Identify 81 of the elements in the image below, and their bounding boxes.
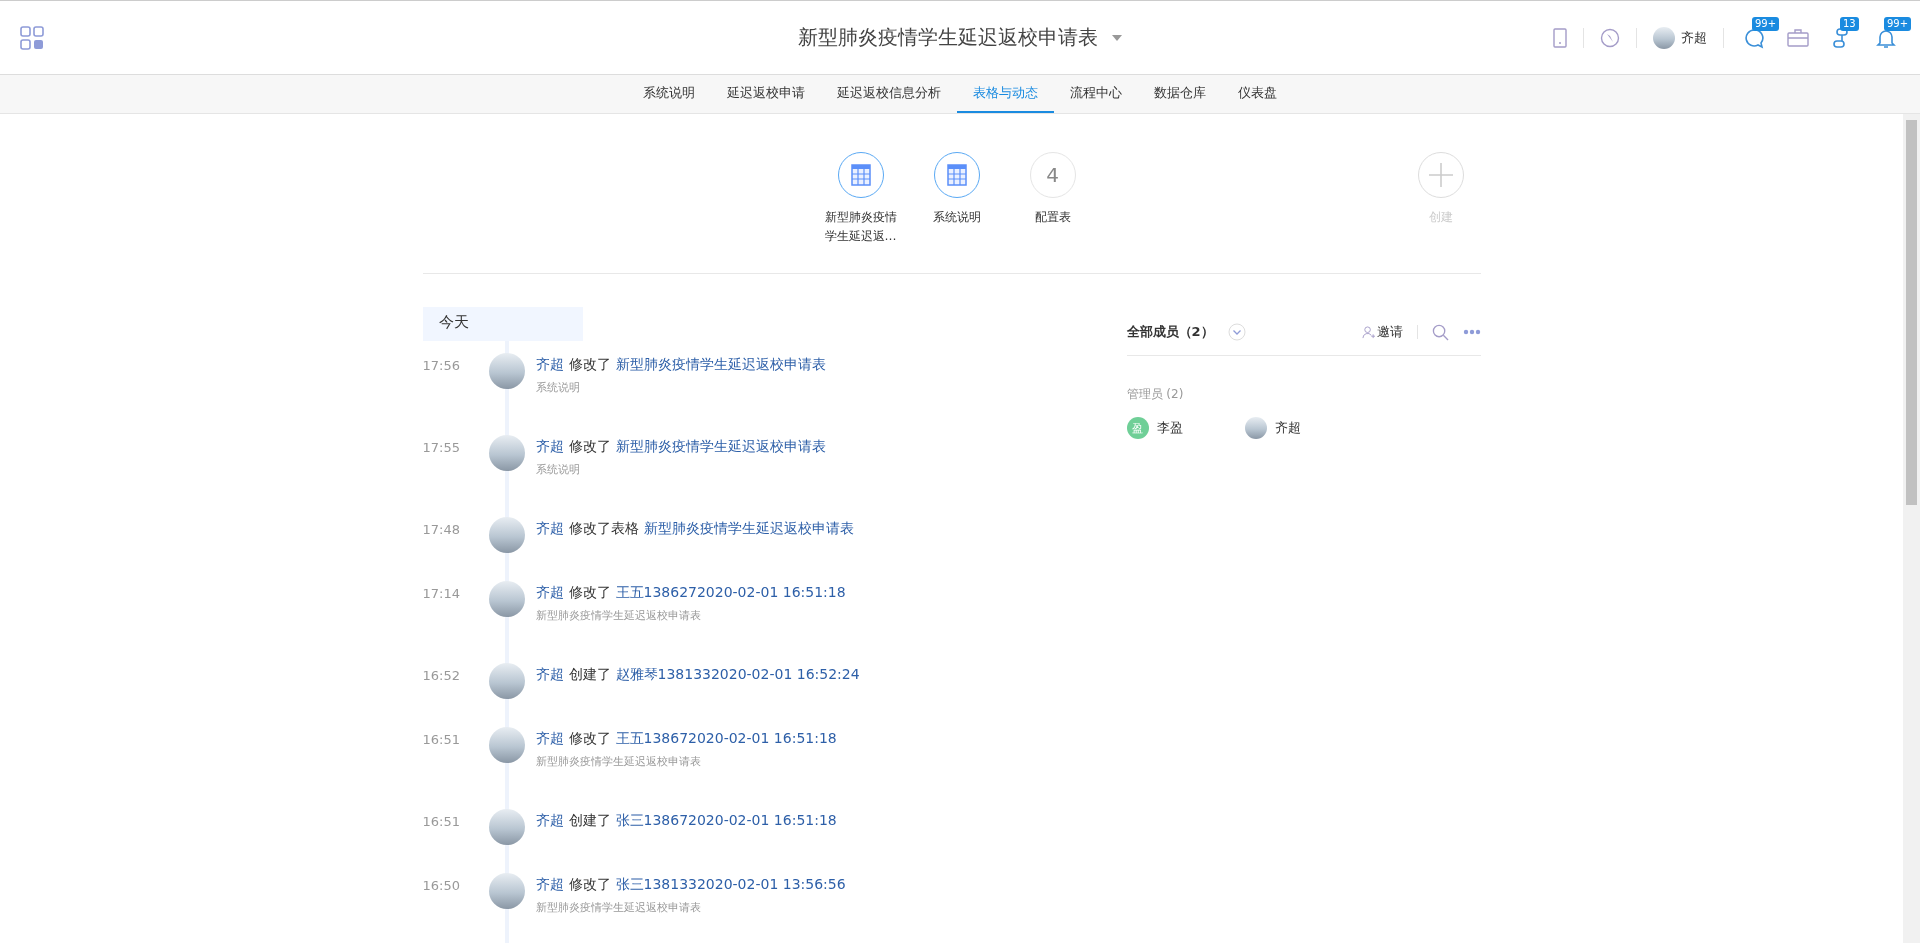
record-link[interactable]: 王五138672020-02-01 16:51:18 <box>615 730 837 748</box>
app-label[interactable]: 新型肺炎疫情学生延迟返… <box>821 208 900 246</box>
event-action: 修改了表格 <box>568 520 639 538</box>
user-link[interactable]: 齐超 <box>535 438 564 456</box>
add-user-icon <box>1361 325 1375 339</box>
record-link[interactable]: 新型肺炎疫情学生延迟返校申请表 <box>643 520 854 538</box>
record-link[interactable]: 张三1381332020-02-01 13:56:56 <box>615 876 846 894</box>
event-time: 17:56 <box>422 357 461 373</box>
event-source: 新型肺炎疫情学生延迟返校申请表 <box>535 608 702 623</box>
nav-tab[interactable]: 延迟返校申请 <box>711 75 821 113</box>
event-action: 修改了 <box>568 356 611 374</box>
nav-tab[interactable]: 系统说明 <box>627 75 711 113</box>
search-icon[interactable] <box>1431 323 1449 341</box>
user-avatar[interactable] <box>488 517 525 553</box>
event-time: 16:50 <box>422 877 461 893</box>
event-time: 16:52 <box>422 667 461 683</box>
user-avatar[interactable] <box>488 435 525 471</box>
members-title: 全部成员（2） <box>1126 323 1214 341</box>
count-badge: 99+ <box>1884 16 1912 31</box>
event-source: 系统说明 <box>535 462 581 477</box>
event-action: 创建了 <box>568 812 611 830</box>
record-link[interactable]: 赵雅琴1381332020-02-01 16:52:24 <box>615 666 860 684</box>
caret-icon[interactable] <box>1112 34 1122 41</box>
user-name[interactable]: 齐超 <box>1681 28 1707 47</box>
more-icon[interactable] <box>1462 329 1481 335</box>
member-name[interactable]: 齐超 <box>1274 419 1301 437</box>
briefcase-icon[interactable] <box>1787 27 1809 48</box>
count-badge: 99+ <box>1752 16 1780 31</box>
compass-icon[interactable] <box>1600 27 1620 48</box>
table-icon <box>850 164 871 186</box>
table-icon <box>946 164 967 186</box>
nav-tab[interactable]: 仪表盘 <box>1222 75 1293 113</box>
record-link[interactable]: 王五1386272020-02-01 16:51:18 <box>615 584 846 602</box>
event-action: 修改了 <box>568 730 611 748</box>
phone-icon[interactable] <box>1553 27 1567 48</box>
event-source: 新型肺炎疫情学生延迟返校申请表 <box>535 900 702 915</box>
user-avatar[interactable] <box>488 873 525 909</box>
event-action: 创建了 <box>568 666 611 684</box>
member-name[interactable]: 李盈 <box>1156 419 1183 437</box>
event-time: 17:14 <box>422 585 461 601</box>
user-link[interactable]: 齐超 <box>535 356 564 374</box>
nav-tab[interactable]: 流程中心 <box>1054 75 1138 113</box>
app-label[interactable]: 配置表 <box>1013 208 1092 227</box>
event-time: 17:48 <box>422 521 461 537</box>
user-avatar[interactable] <box>488 727 525 763</box>
event-time: 17:55 <box>422 439 461 455</box>
nav-tab[interactable]: 表格与动态 <box>957 75 1054 113</box>
event-action: 修改了 <box>568 584 611 602</box>
nav-tab[interactable]: 数据仓库 <box>1138 75 1222 113</box>
record-link[interactable]: 新型肺炎疫情学生延迟返校申请表 <box>615 438 826 456</box>
user-avatar[interactable] <box>1653 26 1675 49</box>
app-grid-icon[interactable] <box>20 25 44 50</box>
invite-button[interactable]: 邀请 <box>1361 323 1403 341</box>
user-link[interactable]: 齐超 <box>535 812 564 830</box>
nav-tab[interactable]: 延迟返校信息分析 <box>821 75 957 113</box>
event-source: 系统说明 <box>535 380 581 395</box>
plus-icon <box>1428 163 1453 187</box>
dropdown-icon[interactable] <box>1227 323 1246 341</box>
user-avatar[interactable] <box>488 581 525 617</box>
record-link[interactable]: 新型肺炎疫情学生延迟返校申请表 <box>615 356 826 374</box>
user-avatar[interactable] <box>488 663 525 699</box>
event-action: 修改了 <box>568 438 611 456</box>
event-time: 16:51 <box>422 731 461 747</box>
user-link[interactable]: 齐超 <box>535 520 564 538</box>
scrollbar[interactable] <box>1903 114 1920 943</box>
user-avatar[interactable] <box>1244 417 1267 439</box>
app-label[interactable]: 系统说明 <box>917 208 996 227</box>
user-avatar[interactable] <box>488 809 525 845</box>
user-link[interactable]: 齐超 <box>535 876 564 894</box>
group-label: 管理员 (2) <box>1126 386 1185 403</box>
record-link[interactable]: 张三138672020-02-01 16:51:18 <box>615 812 837 830</box>
day-header: 今天 <box>422 307 583 341</box>
event-time: 16:51 <box>422 813 461 829</box>
event-source: 新型肺炎疫情学生延迟返校申请表 <box>535 754 702 769</box>
user-link[interactable]: 齐超 <box>535 666 564 684</box>
count-badge: 13 <box>1840 16 1859 31</box>
event-action: 修改了 <box>568 876 611 894</box>
form-title: 新型肺炎疫情学生延迟返校申请表 <box>798 24 1098 51</box>
user-avatar[interactable] <box>488 353 525 389</box>
user-link[interactable]: 齐超 <box>535 730 564 748</box>
user-link[interactable]: 齐超 <box>535 584 564 602</box>
